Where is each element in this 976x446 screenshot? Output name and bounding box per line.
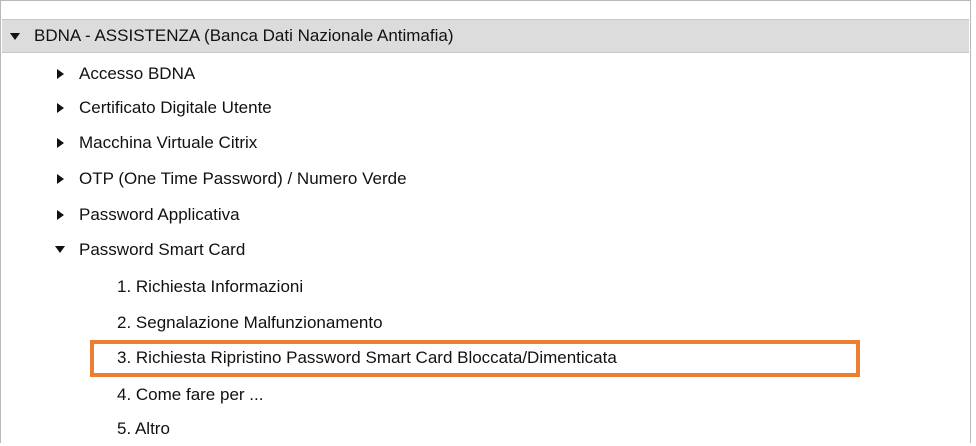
tree-subitem-label: 2. Segnalazione Malfunzionamento xyxy=(117,312,383,332)
tree-subitem-richiesta-ripristino-password[interactable]: 3. Richiesta Ripristino Password Smart C… xyxy=(117,340,617,375)
collapsed-triangle-icon[interactable] xyxy=(57,102,64,113)
tree-root-bdna-assistenza[interactable]: BDNA - ASSISTENZA (Banca Dati Nazionale … xyxy=(2,19,969,53)
tree-item-label: Macchina Virtuale Citrix xyxy=(79,132,258,152)
tree-item-password-applicativa[interactable]: Password Applicativa xyxy=(57,197,240,232)
tree-item-macchina-virtuale-citrix[interactable]: Macchina Virtuale Citrix xyxy=(57,125,257,160)
tree-subitem-label: 3. Richiesta Ripristino Password Smart C… xyxy=(117,347,617,367)
tree-panel: BDNA - ASSISTENZA (Banca Dati Nazionale … xyxy=(0,0,971,443)
tree-item-certificato-digitale-utente[interactable]: Certificato Digitale Utente xyxy=(57,90,272,125)
expanded-triangle-icon[interactable] xyxy=(55,246,65,253)
tree-subitem-label: 5. Altro xyxy=(117,418,170,438)
tree-item-label: Certificato Digitale Utente xyxy=(79,97,272,117)
tree-item-label: OTP (One Time Password) / Numero Verde xyxy=(79,168,407,188)
tree-item-label: Accesso BDNA xyxy=(79,63,196,83)
tree-item-password-smart-card[interactable]: Password Smart Card xyxy=(55,232,245,267)
tree-item-accesso-bdna[interactable]: Accesso BDNA xyxy=(57,56,195,91)
tree-item-otp-numero-verde[interactable]: OTP (One Time Password) / Numero Verde xyxy=(57,161,407,196)
tree-root-label: BDNA - ASSISTENZA (Banca Dati Nazionale … xyxy=(34,26,454,45)
collapsed-triangle-icon[interactable] xyxy=(57,68,64,79)
collapsed-triangle-icon[interactable] xyxy=(57,137,64,148)
tree-subitem-label: 1. Richiesta Informazioni xyxy=(117,276,304,296)
tree-subitem-label: 4. Come fare per ... xyxy=(117,384,264,404)
collapsed-triangle-icon[interactable] xyxy=(57,173,64,184)
expanded-triangle-icon[interactable] xyxy=(10,32,20,40)
tree-item-label: Password Applicativa xyxy=(79,204,240,224)
tree-subitem-altro[interactable]: 5. Altro xyxy=(117,411,170,446)
tree-item-label: Password Smart Card xyxy=(79,239,246,259)
tree-subitem-richiesta-informazioni[interactable]: 1. Richiesta Informazioni xyxy=(117,269,303,304)
tree-subitem-segnalazione-malfunzionamento[interactable]: 2. Segnalazione Malfunzionamento xyxy=(117,305,383,340)
tree-subitem-come-fare-per[interactable]: 4. Come fare per ... xyxy=(117,377,263,412)
collapsed-triangle-icon[interactable] xyxy=(57,209,64,220)
